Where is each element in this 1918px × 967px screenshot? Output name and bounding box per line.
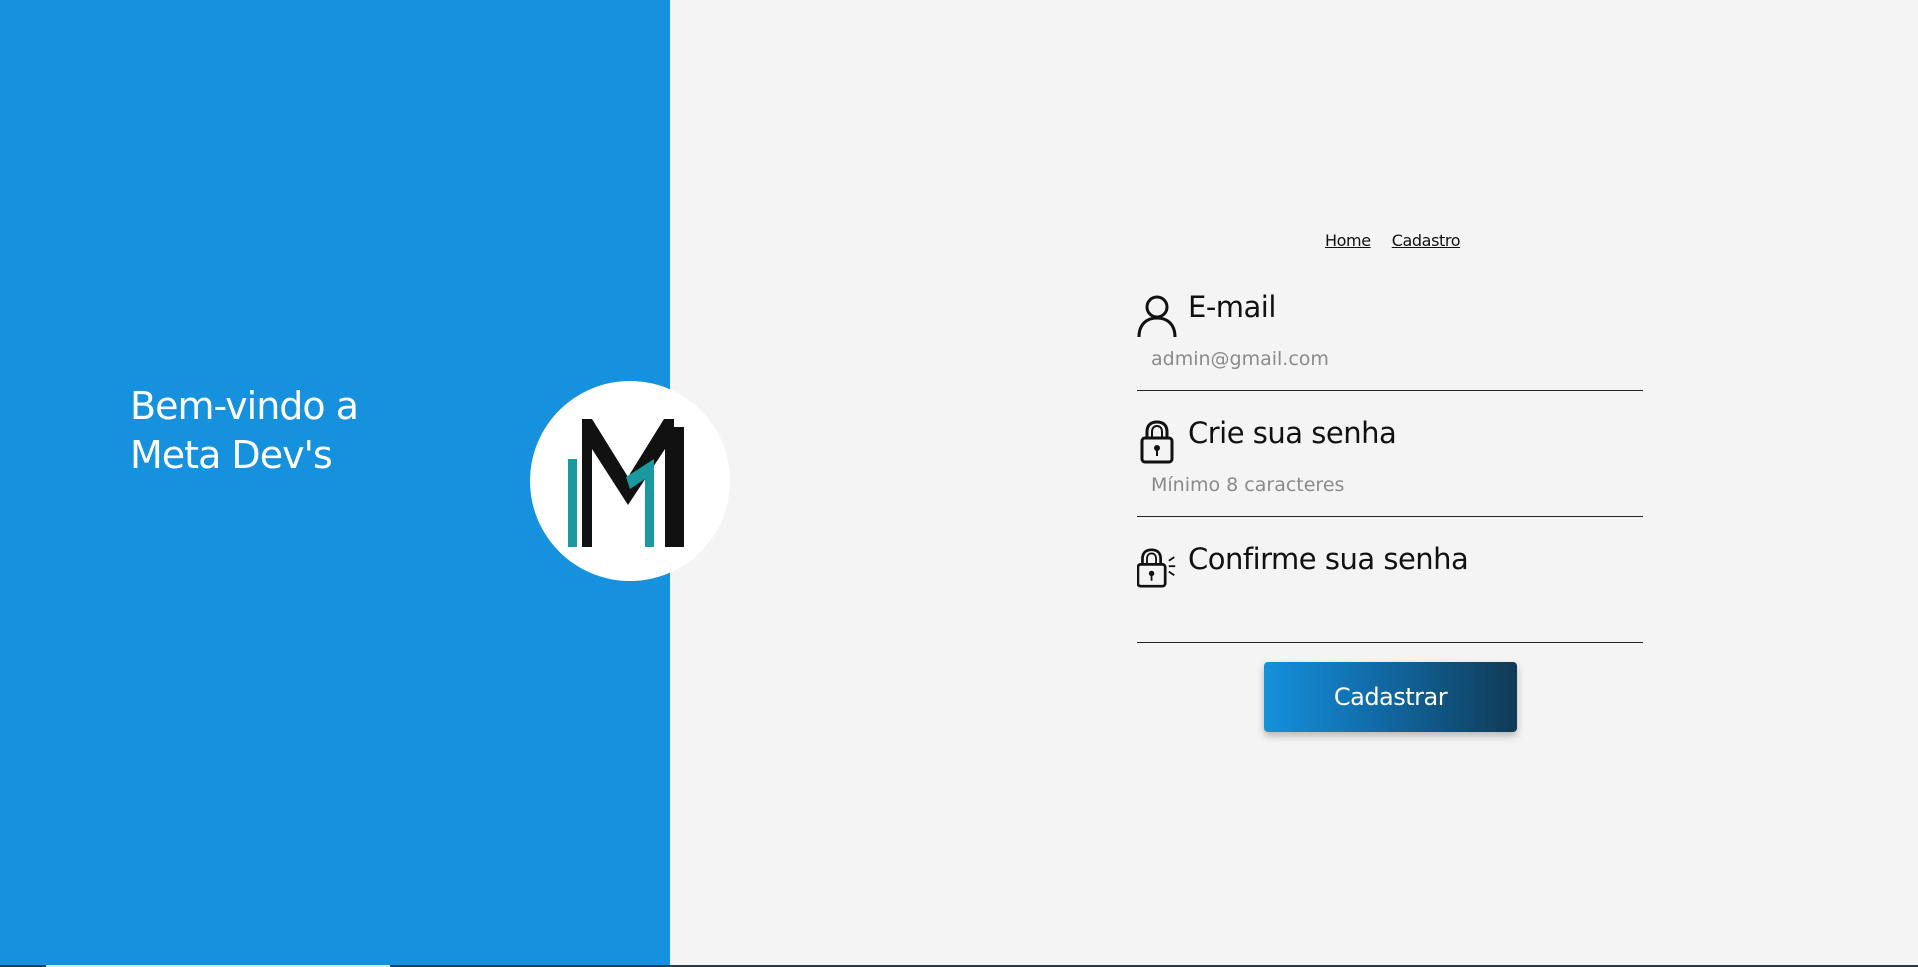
password-input[interactable] bbox=[1151, 468, 1621, 502]
top-nav: Home Cadastro bbox=[1325, 231, 1476, 250]
password-label: Crie sua senha bbox=[1188, 416, 1397, 450]
welcome-line-2: Meta Dev's bbox=[130, 433, 333, 477]
email-input[interactable] bbox=[1151, 342, 1621, 376]
confirm-password-label: Confirme sua senha bbox=[1188, 542, 1469, 576]
email-label: E-mail bbox=[1188, 290, 1276, 324]
lock-icon bbox=[1140, 420, 1174, 464]
cadastrar-button[interactable]: Cadastrar bbox=[1264, 662, 1517, 732]
email-field-group: E-mail bbox=[1137, 282, 1643, 391]
password-field-group: Crie sua senha bbox=[1137, 408, 1643, 517]
unlock-icon bbox=[1137, 548, 1176, 588]
welcome-heading: Bem-vindo a Meta Dev's bbox=[130, 382, 490, 480]
user-icon bbox=[1137, 295, 1177, 338]
nav-link-home[interactable]: Home bbox=[1325, 231, 1371, 250]
confirm-password-input[interactable] bbox=[1151, 594, 1621, 628]
logo bbox=[530, 381, 730, 581]
nav-link-cadastro[interactable]: Cadastro bbox=[1392, 231, 1461, 250]
confirm-password-field-group: Confirme sua senha bbox=[1137, 534, 1643, 643]
meta-devs-m-logo-icon bbox=[568, 419, 684, 547]
signup-page: Bem-vindo a Meta Dev's Home Cadastro E-m… bbox=[0, 0, 1918, 967]
welcome-line-1: Bem-vindo a bbox=[130, 384, 359, 428]
